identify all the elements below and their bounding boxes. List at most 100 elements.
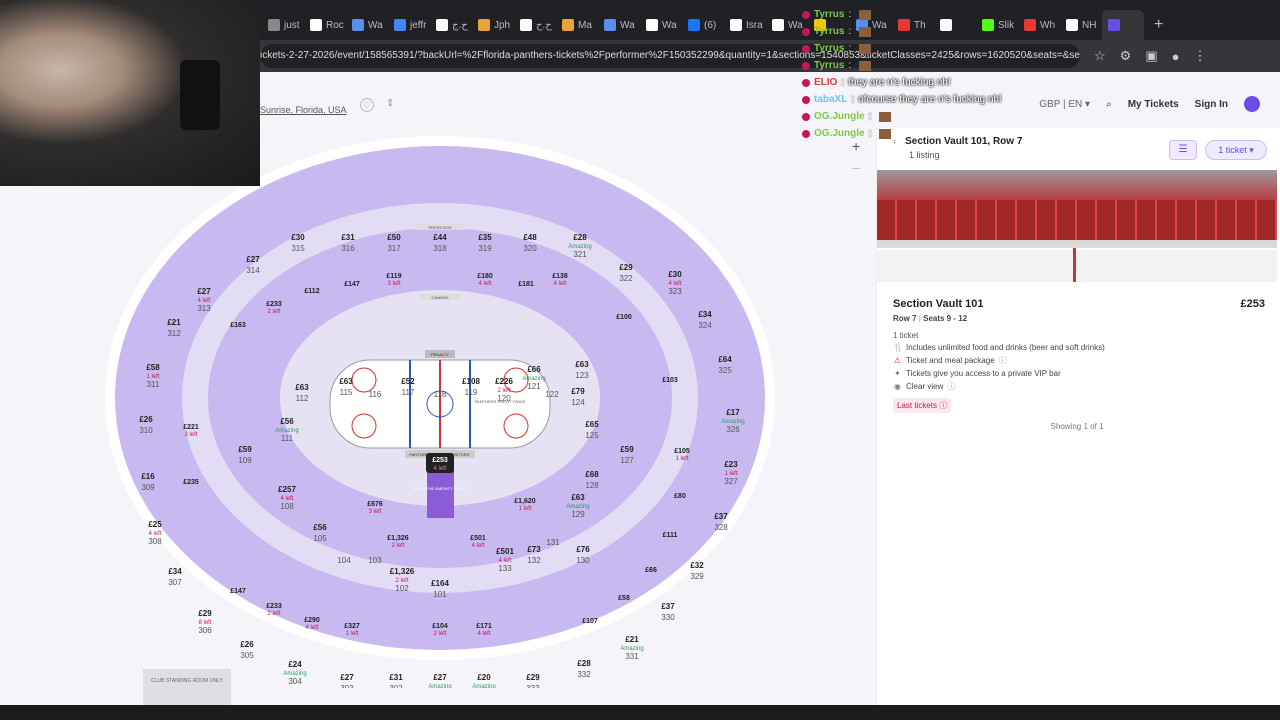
section-price[interactable]: £63 xyxy=(571,493,585,502)
section-price[interactable]: £59 xyxy=(620,445,634,454)
section-price[interactable]: £24 xyxy=(288,660,302,669)
section-price[interactable]: £63 xyxy=(339,377,353,386)
section-price[interactable]: £34 xyxy=(698,310,712,319)
section-number[interactable]: 104 xyxy=(337,556,351,565)
section-price[interactable]: £63 xyxy=(295,383,309,392)
menu-icon[interactable]: ⋮ xyxy=(1193,48,1206,64)
section-number[interactable]: 103 xyxy=(368,556,382,565)
section-number[interactable]: 321 xyxy=(573,250,587,259)
section-price[interactable]: £29 xyxy=(526,673,540,682)
section-number[interactable]: 117 xyxy=(402,388,415,397)
browser-tab[interactable]: Wa xyxy=(598,10,640,40)
browser-tab[interactable]: Wa xyxy=(346,10,388,40)
section-number[interactable]: 119 xyxy=(465,388,478,397)
section-number[interactable]: 132 xyxy=(527,556,541,565)
new-tab-icon[interactable]: + xyxy=(1154,16,1163,34)
section-price[interactable]: £28 xyxy=(573,233,587,242)
section-price[interactable]: £37 xyxy=(714,512,728,521)
section-number[interactable]: 121 xyxy=(527,382,541,391)
section-price[interactable]: £501 xyxy=(496,547,514,556)
section-number[interactable]: 309 xyxy=(141,483,155,492)
section-number[interactable]: 118 xyxy=(434,390,447,399)
section-number[interactable]: 125 xyxy=(585,431,599,440)
section-number[interactable]: 322 xyxy=(619,274,633,283)
browser-tab[interactable]: Ma xyxy=(556,10,598,40)
section-price[interactable]: £80 xyxy=(674,493,686,500)
section-price[interactable]: £171 xyxy=(476,623,492,630)
section-price[interactable]: £100 xyxy=(616,314,632,321)
info-icon[interactable]: ⓘ xyxy=(999,355,1007,366)
section-number[interactable]: 120 xyxy=(497,394,511,403)
section-number[interactable]: 320 xyxy=(523,244,537,253)
browser-tab[interactable]: just xyxy=(262,10,304,40)
section-price[interactable]: £147 xyxy=(344,281,360,288)
section-number[interactable]: 123 xyxy=(575,371,589,380)
section-number[interactable]: 327 xyxy=(724,477,738,486)
section-price[interactable]: £119 xyxy=(386,273,401,280)
section-price[interactable]: £30 xyxy=(291,233,305,242)
section-price[interactable]: £56 xyxy=(313,523,327,532)
section-number[interactable]: 331 xyxy=(625,652,639,661)
section-number[interactable]: 109 xyxy=(238,456,252,465)
section-number[interactable]: 323 xyxy=(668,287,682,296)
section-price[interactable]: £138 xyxy=(552,273,568,280)
section-price[interactable]: £290 xyxy=(304,617,320,624)
section-price[interactable]: £23 xyxy=(724,460,738,469)
puzzle-icon[interactable]: ▣ xyxy=(1145,48,1157,64)
section-price[interactable]: £58 xyxy=(618,595,630,602)
section-price[interactable]: £27 xyxy=(340,673,354,682)
section-price[interactable]: £29 xyxy=(198,609,212,618)
section-price[interactable]: £50 xyxy=(387,233,401,242)
section-number[interactable]: 124 xyxy=(571,398,585,407)
browser-tab[interactable]: ح.ج xyxy=(430,10,472,40)
browser-tab[interactable]: Jph xyxy=(472,10,514,40)
section-number[interactable]: 313 xyxy=(197,304,211,313)
section-price[interactable]: £31 xyxy=(341,233,355,242)
section-price[interactable]: £32 xyxy=(690,561,704,570)
section-price[interactable]: £56 xyxy=(280,417,294,426)
avatar[interactable] xyxy=(1244,96,1260,112)
section-price[interactable]: £676 xyxy=(367,501,383,508)
event-location-link[interactable]: Sunrise, Florida, USA xyxy=(260,105,347,115)
section-price[interactable]: £104 xyxy=(432,623,448,630)
section-number[interactable]: 318 xyxy=(433,244,447,253)
profile-icon[interactable]: ● xyxy=(1172,49,1180,64)
section-price[interactable]: £27 xyxy=(433,673,447,682)
section-price[interactable]: £164 xyxy=(431,579,449,588)
section-price[interactable]: £233 xyxy=(266,603,282,610)
section-number[interactable]: 304 xyxy=(288,677,302,686)
section-price[interactable]: £79 xyxy=(571,387,585,396)
section-price[interactable]: £20 xyxy=(477,673,491,682)
section-number[interactable]: 305 xyxy=(240,651,254,660)
section-number[interactable]: 133 xyxy=(498,564,512,573)
section-price[interactable]: £27 xyxy=(197,287,211,296)
listing-card[interactable]: Section Vault 101 £253 Row 7 | Seats 9 -… xyxy=(893,298,1265,413)
section-price[interactable]: £226 xyxy=(495,377,513,386)
section-number[interactable]: 128 xyxy=(585,481,599,490)
section-price[interactable]: £37 xyxy=(661,602,675,611)
section-number[interactable]: 332 xyxy=(577,670,591,679)
section-price[interactable]: £111 xyxy=(663,532,678,539)
section-price[interactable]: £21 xyxy=(167,318,181,327)
section-price[interactable]: £59 xyxy=(238,445,252,454)
section-number[interactable]: 111 xyxy=(281,434,294,443)
section-price[interactable]: £501 xyxy=(470,535,486,542)
section-price[interactable]: £1,620 xyxy=(514,498,536,505)
section-price[interactable]: £28 xyxy=(577,659,591,668)
section-number[interactable]: 319 xyxy=(478,244,492,253)
ticket-quantity-select[interactable]: 1 ticket ▾ xyxy=(1205,140,1267,160)
section-price[interactable]: £68 xyxy=(585,470,599,479)
section-price[interactable]: £147 xyxy=(230,588,246,595)
section-price[interactable]: £180 xyxy=(477,273,493,280)
section-price[interactable]: £21 xyxy=(625,635,639,644)
sign-in-link[interactable]: Sign In xyxy=(1195,99,1228,110)
section-price[interactable]: £26 xyxy=(139,415,153,424)
section-number[interactable]: 312 xyxy=(167,329,181,338)
browser-tab[interactable]: Wa xyxy=(640,10,682,40)
section-price[interactable]: £35 xyxy=(478,233,492,242)
section-price[interactable]: £30 xyxy=(668,270,682,279)
favorite-heart-icon[interactable]: ♡ xyxy=(360,98,374,112)
section-number[interactable]: 310 xyxy=(139,426,153,435)
section-number[interactable]: 317 xyxy=(387,244,401,253)
section-price[interactable]: £66 xyxy=(527,365,541,374)
